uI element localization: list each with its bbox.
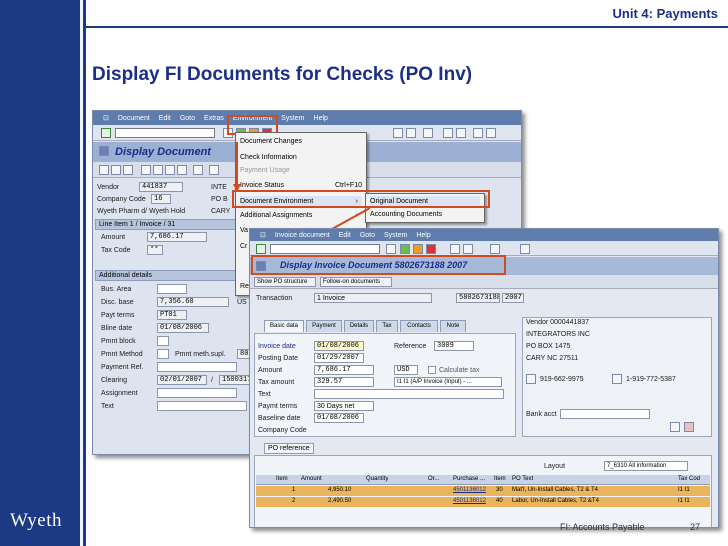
reference-field[interactable]: 3009 <box>434 341 474 351</box>
text-field[interactable] <box>314 389 504 399</box>
tax-amount-field[interactable]: 329.57 <box>314 377 374 387</box>
calculate-tax-label: Calculate tax <box>439 367 480 374</box>
row-po[interactable]: 4501136012 <box>453 497 486 506</box>
amount-label: Amount <box>258 367 283 374</box>
col-purchase-order[interactable]: Purchase ... <box>453 475 485 484</box>
transaction-field[interactable]: 1 Invoice <box>314 293 432 303</box>
delete-icon[interactable] <box>684 422 694 432</box>
bank-account-field[interactable] <box>560 409 650 419</box>
company-code-label: Company Code <box>258 427 307 434</box>
vendor-line-1: INTEGRATORS INC <box>526 331 590 338</box>
footer-label: FI: Accounts Payable <box>560 522 645 532</box>
tab-note[interactable]: Note <box>440 320 466 332</box>
reference-label: Reference <box>394 343 427 350</box>
posting-date-label: Posting Date <box>258 355 299 362</box>
baseline-date-field[interactable]: 01/08/2006 <box>314 413 364 423</box>
amount-field[interactable]: 7,686.17 <box>314 365 374 375</box>
layout-select[interactable]: 7_6310 All information <box>604 461 688 471</box>
baseline-date-label: Baseline date <box>258 415 301 422</box>
fax-icon[interactable] <box>612 374 622 384</box>
save-icon[interactable] <box>386 244 396 254</box>
posting-date-field[interactable]: 01/29/2007 <box>314 353 364 363</box>
col-tax-code[interactable]: Tax Cod <box>678 475 700 484</box>
help-icon[interactable] <box>520 244 530 254</box>
po-reference-tab[interactable]: PO reference <box>264 443 314 454</box>
tab-payment[interactable]: Payment <box>306 320 342 332</box>
tax-amount-label: Tax amount <box>258 379 295 386</box>
invoice-menu-bar: ⊡ Invoice document Edit Goto System Help <box>250 229 718 241</box>
menu-icon[interactable]: ⊡ <box>260 231 266 239</box>
tab-contacts[interactable]: Contacts <box>400 320 438 332</box>
row-item: 2 <box>292 498 296 504</box>
row-amount: 4,950.10 <box>328 487 352 493</box>
col-po-text[interactable]: PO Text <box>512 475 533 484</box>
row-po-item: 40 <box>496 498 503 504</box>
phone-2: 1-919-772-5387 <box>626 376 676 383</box>
row-po[interactable]: 4501136012 <box>453 486 486 495</box>
menu-edit[interactable]: Edit <box>339 232 351 239</box>
payment-terms-field[interactable]: 30 Days net <box>314 401 374 411</box>
back-icon[interactable] <box>400 244 410 254</box>
layout-label: Layout <box>544 463 566 470</box>
row-text: Labor, Un-Install Cables, T2 &T4 <box>512 498 599 504</box>
calculate-tax-checkbox[interactable] <box>428 366 436 374</box>
menu-help[interactable]: Help <box>416 232 430 239</box>
invoice-app-toolbar: Show PO structure Follow-on documents <box>250 275 718 289</box>
exit-icon[interactable] <box>413 244 423 254</box>
vendor-title: Vendor 0000441837 <box>526 319 590 326</box>
text-label: Text <box>258 391 271 398</box>
invoice-standard-toolbar <box>250 241 718 256</box>
row-tax: I1 I1 <box>678 487 690 493</box>
row-amount: 2,490.50 <box>328 498 352 504</box>
menu-system[interactable]: System <box>384 232 407 239</box>
enter-icon[interactable] <box>256 244 266 254</box>
fiscal-year-field[interactable]: 2007 <box>502 293 524 303</box>
show-po-structure-button[interactable]: Show PO structure <box>254 277 316 287</box>
row-item: 1 <box>292 487 296 493</box>
cancel-icon[interactable] <box>426 244 436 254</box>
command-field[interactable] <box>270 244 380 254</box>
tab-details[interactable]: Details <box>344 320 374 332</box>
document-number-field[interactable]: 5802673188 <box>456 293 500 303</box>
slide: Wyeth Unit 4: Payments Display FI Docume… <box>0 0 728 546</box>
new-session-icon[interactable] <box>490 244 500 254</box>
phone-1: 919-662-9975 <box>540 376 584 383</box>
col-order[interactable]: Or... <box>428 475 439 484</box>
phone-icon[interactable] <box>526 374 536 384</box>
col-amount[interactable]: Amount <box>301 475 322 484</box>
menu-invoice-document[interactable]: Invoice document <box>275 232 330 239</box>
invoice-tabstrip: Basic data Payment Details Tax Contacts … <box>264 320 514 333</box>
transaction-label: Transaction <box>256 295 293 302</box>
invoice-date-label: Invoice date <box>258 343 296 350</box>
list-icon[interactable] <box>670 422 680 432</box>
bank-account-label: Bank acct <box>526 411 557 418</box>
row-text: Mat'l, Un-Install Cables, T2 & T4 <box>512 487 598 493</box>
invoice-date-field[interactable]: 01/08/2006 <box>314 341 364 351</box>
row-tax: I1 I1 <box>678 498 690 504</box>
print-icon[interactable] <box>450 244 460 254</box>
find-icon[interactable] <box>463 244 473 254</box>
col-item[interactable]: Item <box>276 475 288 484</box>
vendor-line-2: PO BOX 1475 <box>526 343 571 350</box>
col-quantity[interactable]: Quantity <box>366 475 388 484</box>
amount-currency-field[interactable]: USD <box>394 365 418 375</box>
invoice-title-highlight <box>251 255 506 275</box>
col-po-item[interactable]: Item <box>494 475 506 484</box>
tab-tax[interactable]: Tax <box>376 320 398 332</box>
page-number: 27 <box>690 522 701 532</box>
follow-on-documents-button[interactable]: Follow-on documents <box>320 277 392 287</box>
payment-terms-label: Paymt terms <box>258 403 298 410</box>
row-po-item: 30 <box>496 487 503 493</box>
arrow-env-to-docenv-head <box>233 184 241 192</box>
vendor-line-3: CARY NC 27511 <box>526 355 579 362</box>
po-items-grid: Item Amount Quantity Or... Purchase ... … <box>256 475 710 515</box>
tab-basic-data[interactable]: Basic data <box>264 320 304 332</box>
menu-goto[interactable]: Goto <box>360 232 375 239</box>
tax-code-field[interactable]: I1 I1 (A/P Invoice (Input) - ... <box>394 377 502 387</box>
